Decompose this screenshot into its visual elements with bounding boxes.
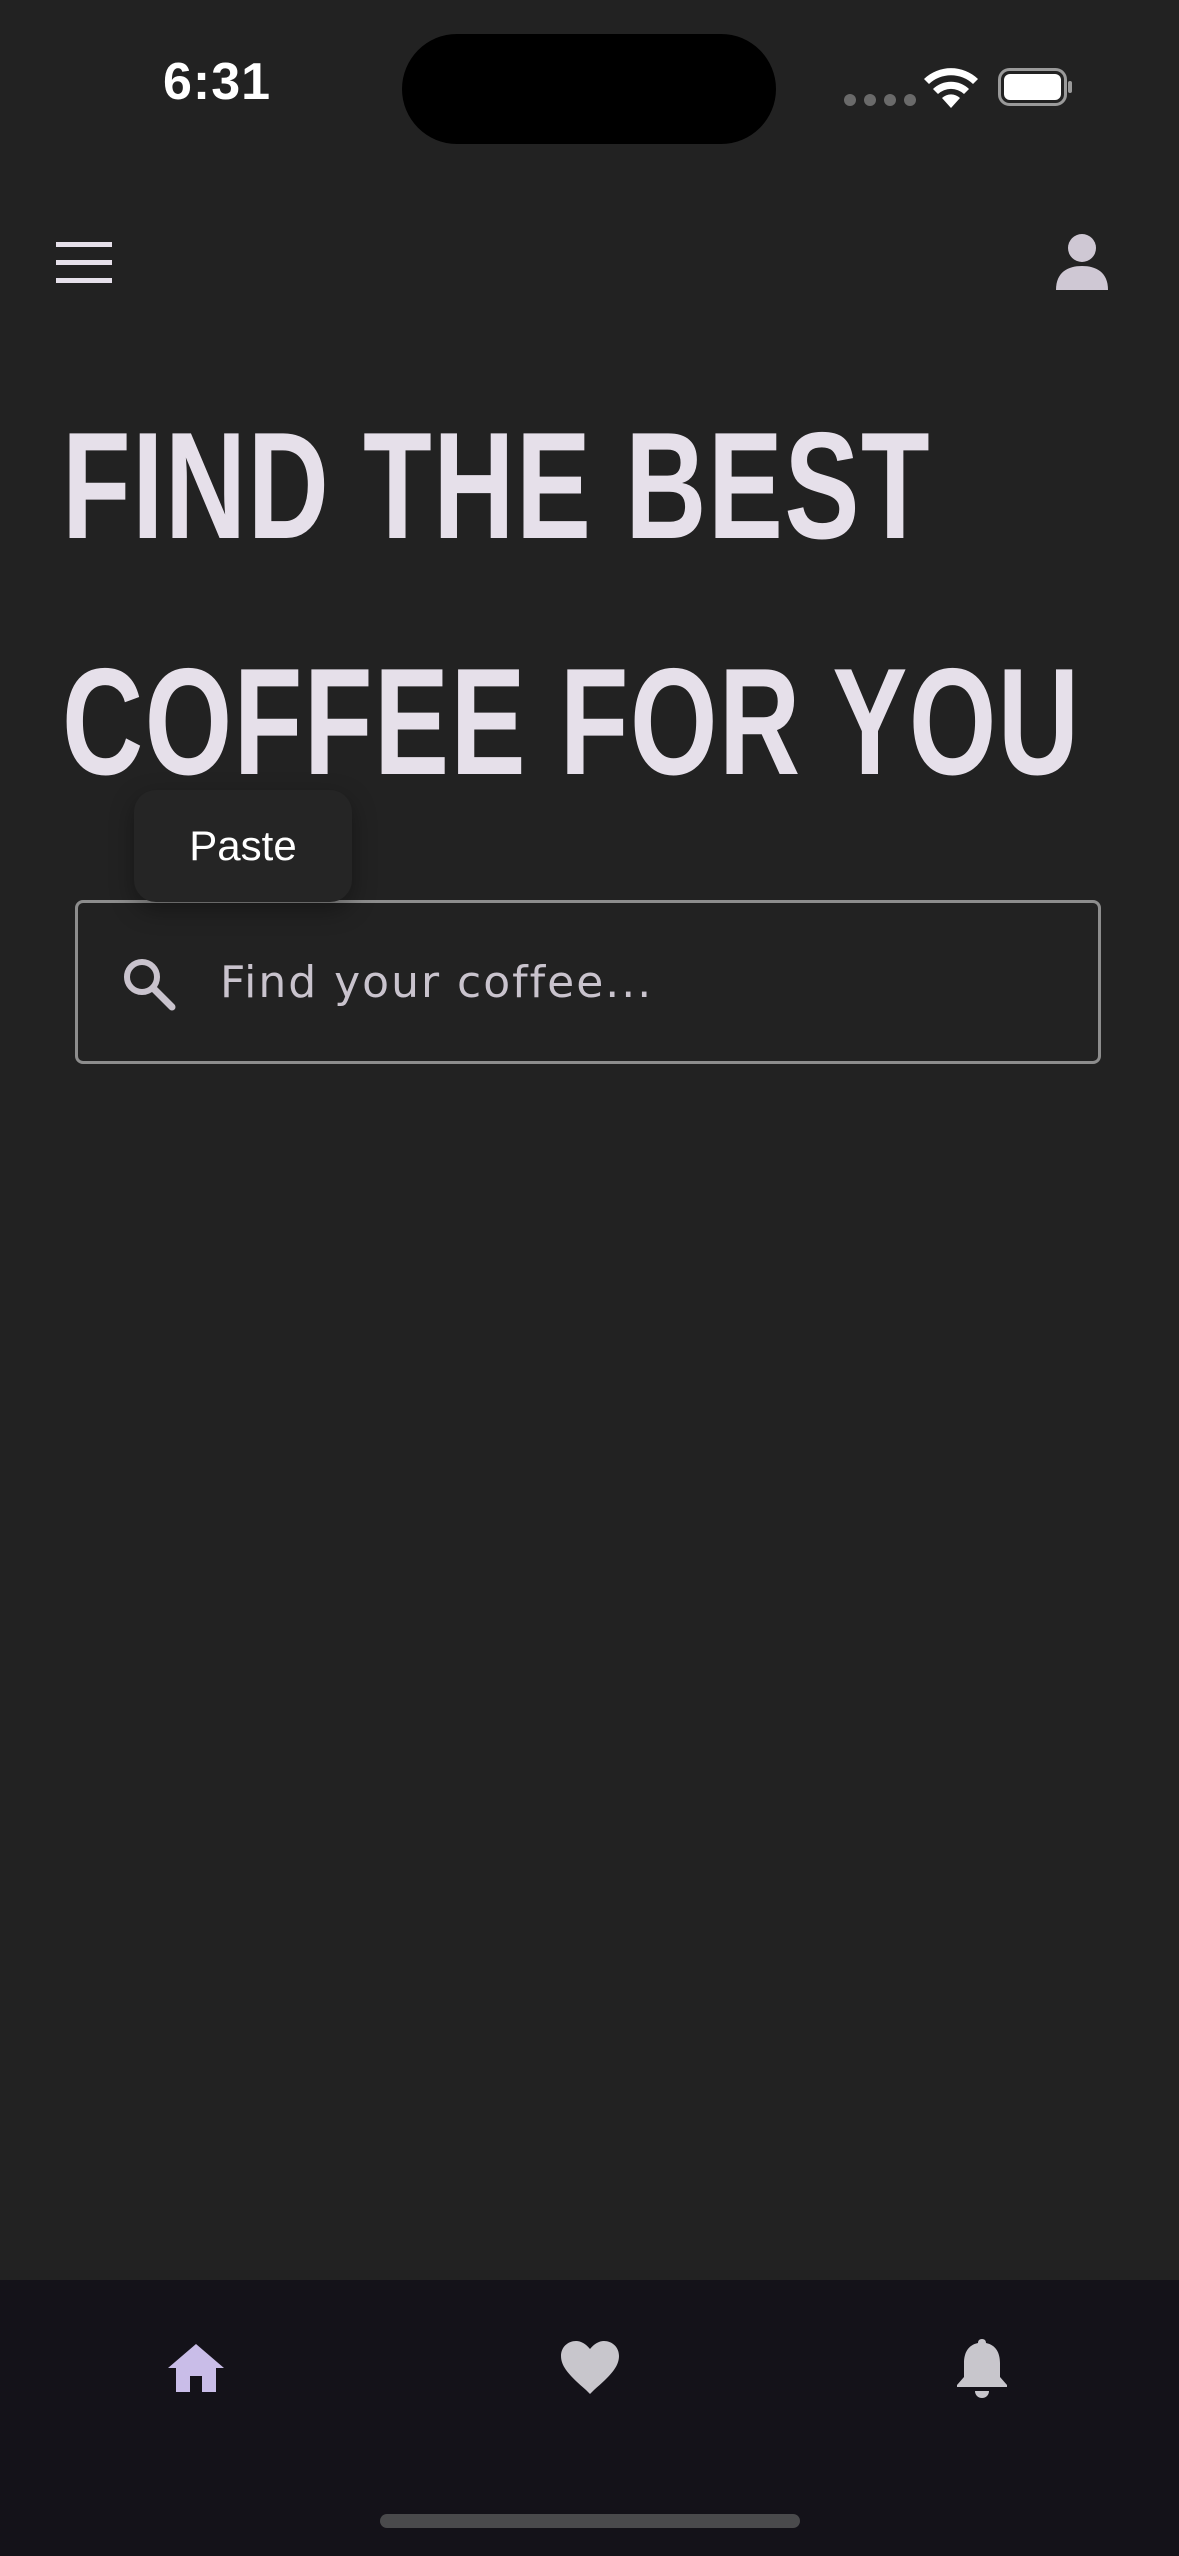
dynamic-island xyxy=(402,34,776,144)
search-icon xyxy=(124,959,176,1011)
search-input[interactable] xyxy=(220,903,1070,1061)
search-field[interactable] xyxy=(75,900,1101,1064)
cellular-signal-icon xyxy=(844,94,916,106)
status-time: 6:31 xyxy=(163,53,272,111)
heart-icon xyxy=(561,2341,619,2394)
person-icon xyxy=(1056,234,1108,290)
hamburger-menu-icon xyxy=(56,242,112,283)
page-title-line-1: FIND THE BEST xyxy=(62,401,932,571)
profile-button[interactable] xyxy=(1054,232,1110,292)
home-icon xyxy=(168,2344,224,2392)
page-title: FIND THE BEST COFFEE FOR YOU xyxy=(62,368,1081,840)
battery-icon xyxy=(998,68,1072,106)
bell-icon xyxy=(957,2339,1007,2398)
menu-button[interactable] xyxy=(52,238,116,288)
nav-favorites[interactable] xyxy=(530,2308,650,2428)
paste-menu-item[interactable]: Paste xyxy=(134,790,352,902)
home-indicator[interactable] xyxy=(380,2514,800,2528)
nav-notifications[interactable] xyxy=(922,2308,1042,2428)
wifi-icon xyxy=(924,68,978,108)
nav-home[interactable] xyxy=(136,2308,256,2428)
